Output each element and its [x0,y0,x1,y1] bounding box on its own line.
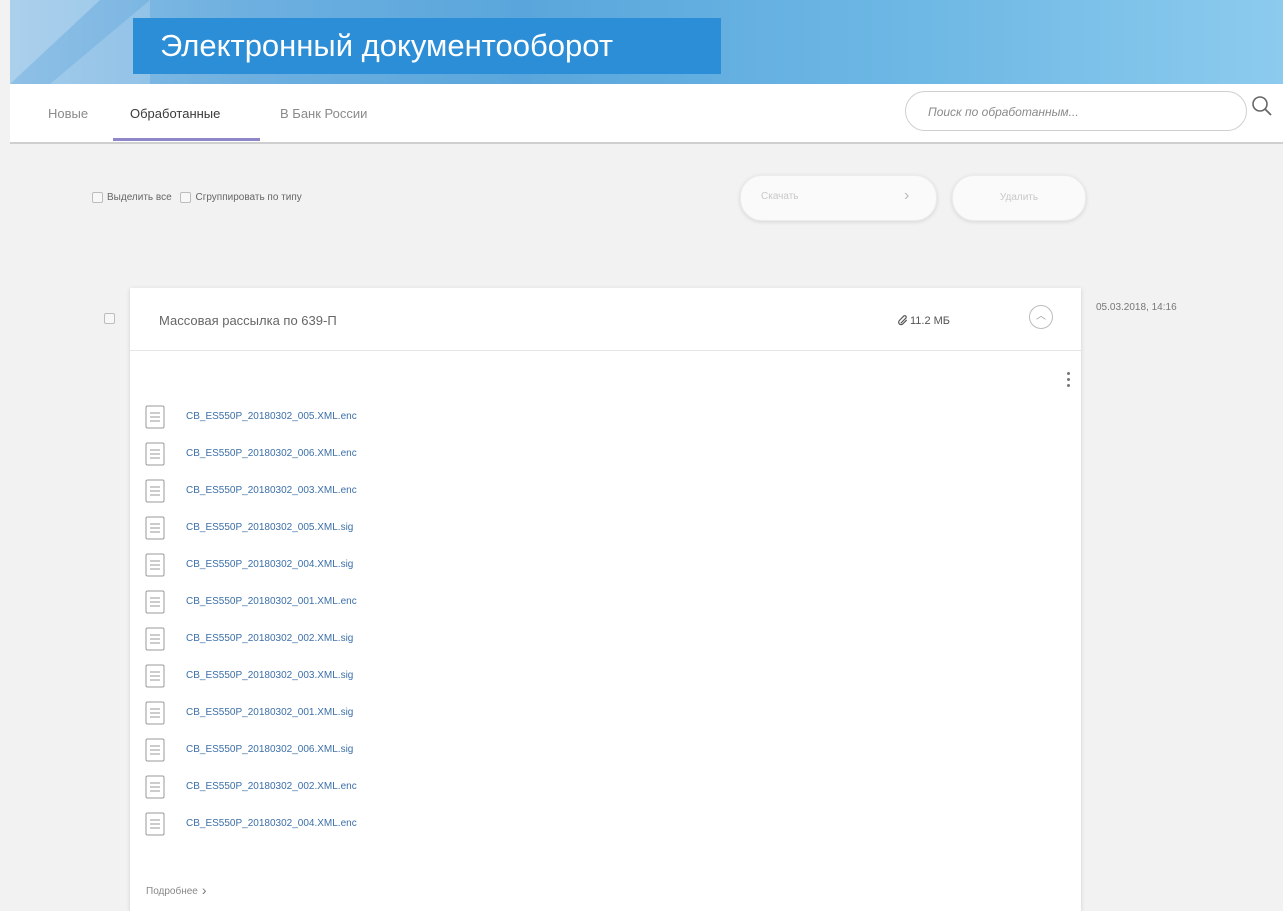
message-date: 05.03.2018, 14:16 [1096,302,1177,313]
message-card: Массовая рассылка по 639-П 11.2 МБ ︿ CB_… [130,288,1081,911]
tab-to-bank-of-russia[interactable]: В Банк России [280,106,367,121]
document-icon [145,479,165,503]
download-button-label: Скачать [761,191,799,202]
chevron-right-icon: › [904,187,910,204]
delete-button[interactable]: Удалить [952,175,1086,221]
file-name-link[interactable]: CB_ES550P_20180302_003.XML.sig [186,670,353,681]
active-tab-indicator [113,138,260,141]
search-icon[interactable] [1250,94,1274,118]
app-title: Электронный документооборот [160,28,614,63]
file-name-link[interactable]: CB_ES550P_20180302_005.XML.sig [186,522,353,533]
file-row[interactable]: CB_ES550P_20180302_006.XML.sig [145,738,645,762]
file-name-link[interactable]: CB_ES550P_20180302_004.XML.sig [186,559,353,570]
tab-new[interactable]: Новые [48,106,88,121]
file-row[interactable]: CB_ES550P_20180302_004.XML.sig [145,553,645,577]
file-row[interactable]: CB_ES550P_20180302_003.XML.enc [145,479,645,503]
file-name-link[interactable]: CB_ES550P_20180302_001.XML.enc [186,596,357,607]
file-row[interactable]: CB_ES550P_20180302_001.XML.sig [145,701,645,725]
header-banner: Электронный документооборот [10,0,1283,84]
message-title: Массовая рассылка по 639-П [159,313,337,328]
message-checkbox[interactable] [104,313,115,324]
file-row[interactable]: CB_ES550P_20180302_003.XML.sig [145,664,645,688]
file-name-link[interactable]: CB_ES550P_20180302_001.XML.sig [186,707,353,718]
document-icon [145,590,165,614]
file-name-link[interactable]: CB_ES550P_20180302_006.XML.sig [186,744,353,755]
file-row[interactable]: CB_ES550P_20180302_005.XML.sig [145,516,645,540]
select-all-label: Выделить все [107,192,172,203]
file-row[interactable]: CB_ES550P_20180302_001.XML.enc [145,590,645,614]
document-icon [145,516,165,540]
file-row[interactable]: CB_ES550P_20180302_005.XML.enc [145,405,645,429]
document-icon [145,738,165,762]
file-name-link[interactable]: CB_ES550P_20180302_003.XML.enc [186,485,357,496]
group-by-type-label: Сгруппировать по типу [195,192,302,203]
document-icon [145,664,165,688]
message-card-header[interactable]: Массовая рассылка по 639-П 11.2 МБ ︿ [130,288,1081,351]
document-icon [145,812,165,836]
search-input[interactable] [926,101,1230,123]
file-name-link[interactable]: CB_ES550P_20180302_006.XML.enc [186,448,357,459]
file-row[interactable]: CB_ES550P_20180302_002.XML.enc [145,775,645,799]
document-icon [145,701,165,725]
document-icon [145,405,165,429]
tab-bar: Новые Обработанные В Банк России [10,84,1283,144]
document-icon [145,553,165,577]
document-icon [145,775,165,799]
details-link[interactable]: Подробнее › [146,882,207,898]
attachment-size-label: 11.2 МБ [910,315,951,327]
chevron-up-icon[interactable]: ︿ [1029,305,1053,329]
file-name-link[interactable]: CB_ES550P_20180302_002.XML.sig [186,633,353,644]
details-link-label: Подробнее [146,886,198,897]
file-name-link[interactable]: CB_ES550P_20180302_002.XML.enc [186,781,357,792]
file-name-link[interactable]: CB_ES550P_20180302_004.XML.enc [186,818,357,829]
file-name-link[interactable]: CB_ES550P_20180302_005.XML.enc [186,411,357,422]
select-all-checkbox[interactable] [92,192,103,203]
file-row[interactable]: CB_ES550P_20180302_004.XML.enc [145,812,645,836]
document-icon [145,442,165,466]
group-by-type-checkbox[interactable] [180,192,192,203]
paperclip-icon [898,315,908,326]
download-button[interactable]: Скачать › [740,175,937,221]
search-box[interactable] [905,91,1247,131]
attachment-size: 11.2 МБ [898,315,950,327]
tab-processed[interactable]: Обработанные [130,106,220,121]
file-row[interactable]: CB_ES550P_20180302_002.XML.sig [145,627,645,651]
document-icon [145,627,165,651]
kebab-menu-icon[interactable] [1066,372,1072,392]
list-toolbar: Выделить все Сгруппировать по типу [92,192,308,203]
chevron-right-icon: › [201,882,207,898]
file-row[interactable]: CB_ES550P_20180302_006.XML.enc [145,442,645,466]
